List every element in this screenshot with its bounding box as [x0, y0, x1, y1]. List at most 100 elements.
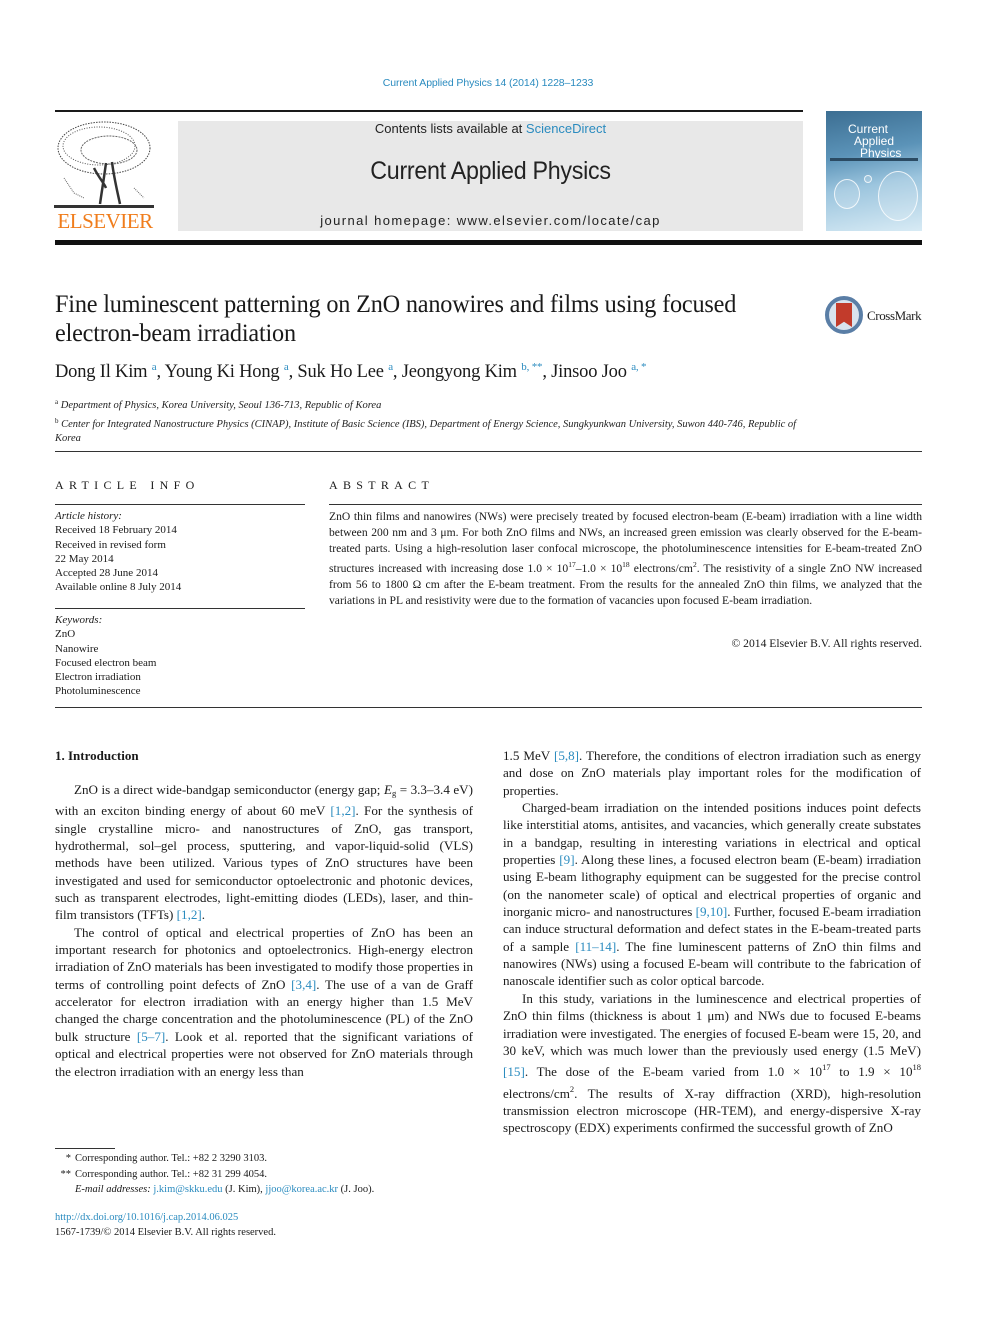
section-heading-introduction: 1. Introduction [55, 748, 139, 763]
article-title: Fine luminescent patterning on ZnO nanow… [55, 291, 737, 347]
divider [55, 608, 305, 609]
reference-link[interactable]: [15] [503, 1064, 525, 1079]
history-item: Received 18 February 2014 [55, 524, 177, 537]
issn-copyright: 1567-1739/© 2014 Elsevier B.V. All right… [55, 1227, 276, 1238]
email-link[interactable]: j.kim@skku.edu [153, 1184, 222, 1195]
history-item: 22 May 2014 [55, 552, 114, 565]
reference-link[interactable]: [5,8] [554, 748, 579, 763]
masthead-heavy-rule [55, 240, 922, 245]
cover-title: Current Applied Physics [848, 123, 901, 159]
contents-line: Contents lists available at ScienceDirec… [178, 121, 803, 137]
text: In this study, variations in the lumines… [503, 990, 921, 1058]
symbol: E [383, 782, 392, 797]
reference-link[interactable]: [1,2] [330, 803, 355, 818]
reference-link[interactable]: [3,4] [291, 977, 316, 992]
history-item: Accepted 28 June 2014 [55, 567, 158, 580]
author-name[interactable]: Jeongyong Kim [402, 362, 517, 382]
email-owner: (J. Joo). [338, 1184, 375, 1195]
article-info-heading: ARTICLE INFO [55, 478, 200, 492]
divider [55, 451, 922, 452]
reference-link[interactable]: [1,2] [177, 907, 202, 922]
journal-citation[interactable]: Current Applied Physics 14 (2014) 1228–1… [0, 77, 976, 89]
footnote-rule [55, 1148, 115, 1149]
email-owner: (J. Kim), [222, 1184, 266, 1195]
article-history: Article history: Received 18 February 20… [55, 509, 305, 595]
history-item: Available online 8 July 2014 [55, 581, 182, 594]
author-affiliation-mark[interactable]: b, ** [521, 361, 542, 373]
reference-link[interactable]: [9] [559, 852, 574, 867]
abstract-exponent: 18 [622, 560, 630, 569]
keyword-item: Focused electron beam [55, 656, 157, 669]
reference-link[interactable]: [9,10] [696, 904, 728, 919]
author-name[interactable]: Young Ki Hong [165, 362, 280, 382]
crossmark-button[interactable]: CrossMark [825, 296, 925, 336]
footnote-text: Corresponding author. Tel.: +82 2 3290 3… [75, 1153, 267, 1164]
body-column-left: ZnO is a direct wide-bandgap semiconduct… [55, 781, 473, 1080]
affiliation-text: Department of Physics, Korea University,… [60, 400, 382, 411]
footnote-mark: * [65, 1153, 71, 1164]
paragraph: In this study, variations in the lumines… [503, 990, 921, 1137]
keyword-item: Nanowire [55, 642, 99, 655]
divider [55, 504, 305, 505]
text: ZnO is a direct wide-bandgap semiconduct… [74, 782, 384, 797]
body-column-right: 1.5 MeV [5,8]. Therefore, the conditions… [503, 747, 921, 1137]
keyword-item: Photoluminescence [55, 685, 141, 698]
abstract-copyright: © 2014 Elsevier B.V. All rights reserved… [731, 637, 922, 650]
footnote-emails: E-mail addresses: j.kim@skku.edu (J. Kim… [55, 1182, 475, 1198]
paragraph: Charged-beam irradiation on the intended… [503, 799, 921, 990]
cover-subtitle-bar [830, 158, 918, 161]
keyword-item: ZnO [55, 628, 76, 641]
keywords: Keywords: ZnO Nanowire Focused electron … [55, 613, 305, 699]
footnotes: * Corresponding author. Tel.: +82 2 3290 … [55, 1151, 475, 1198]
text: 1.5 MeV [503, 748, 554, 763]
text: . The dose of the E-beam varied from 1.0… [524, 1064, 823, 1080]
reference-link[interactable]: [11–14] [575, 939, 616, 954]
author-affiliation-mark[interactable]: a, * [631, 361, 646, 373]
footnote-item: * Corresponding author. Tel.: +82 2 3290 … [55, 1151, 475, 1167]
author-affiliation-mark[interactable]: a [284, 361, 289, 373]
affiliation-mark: a [55, 398, 59, 406]
affiliation-item: a Department of Physics, Korea Universit… [55, 395, 925, 414]
author-name[interactable]: Jinsoo Joo [551, 362, 627, 382]
sciencedirect-link[interactable]: ScienceDirect [526, 121, 606, 136]
journal-cover-image[interactable]: Current Applied Physics [826, 111, 922, 231]
affiliation-mark: b [55, 416, 59, 425]
cover-bubble [878, 171, 918, 221]
paragraph: The control of optical and electrical pr… [55, 924, 473, 1080]
keywords-label: Keywords: [55, 614, 103, 626]
reference-link[interactable]: [5–7] [137, 1029, 165, 1044]
exponent: 17 [822, 1062, 831, 1073]
author-list: Dong Il Kim a, Young Ki Hong a, Suk Ho L… [55, 361, 647, 382]
footnote-text: Corresponding author. Tel.: +82 31 299 4… [75, 1168, 267, 1180]
author-affiliation-mark[interactable]: a [152, 361, 157, 373]
journal-homepage[interactable]: journal homepage: www.elsevier.com/locat… [178, 213, 803, 228]
divider [329, 504, 922, 505]
exponent: 18 [912, 1062, 922, 1073]
journal-title[interactable]: Current Applied Physics [200, 157, 781, 186]
footnote-item: ** Corresponding author. Tel.: +82 31 299… [55, 1167, 475, 1183]
masthead-rule [55, 110, 803, 112]
text: electrons/cm [503, 1085, 570, 1101]
text: . For the synthesis of single crystallin… [55, 803, 473, 923]
author-name[interactable]: Dong Il Kim [55, 362, 148, 382]
cover-bubble [834, 179, 860, 209]
author-name[interactable]: Suk Ho Lee [297, 362, 384, 382]
text: . [201, 907, 206, 923]
crossmark-label: CrossMark [867, 308, 922, 323]
email-link[interactable]: jjoo@korea.ac.kr [265, 1184, 338, 1195]
abstract-segment: electrons/cm [629, 562, 693, 575]
masthead-banner: Contents lists available at ScienceDirec… [178, 121, 803, 231]
author-affiliation-mark[interactable]: a [388, 361, 393, 373]
abstract-heading: ABSTRACT [329, 478, 435, 492]
footnote-mark: ** [60, 1168, 72, 1180]
doi-link[interactable]: http://dx.doi.org/10.1016/j.cap.2014.06.… [55, 1210, 238, 1226]
paragraph: 1.5 MeV [5,8]. Therefore, the conditions… [503, 747, 921, 799]
article-history-label: Article history: [55, 510, 122, 522]
text: to 1.9 × 10 [830, 1064, 913, 1080]
keyword-item: Electron irradiation [55, 671, 141, 684]
abstract-exponent: 17 [568, 560, 576, 569]
affiliation-text: Center for Integrated Nanostructure Phys… [55, 418, 797, 445]
elsevier-logo[interactable]: ELSEVIER [54, 118, 156, 232]
abstract-text: ZnO thin films and nanowires (NWs) were … [329, 509, 922, 609]
affiliations: a Department of Physics, Korea Universit… [55, 395, 925, 447]
